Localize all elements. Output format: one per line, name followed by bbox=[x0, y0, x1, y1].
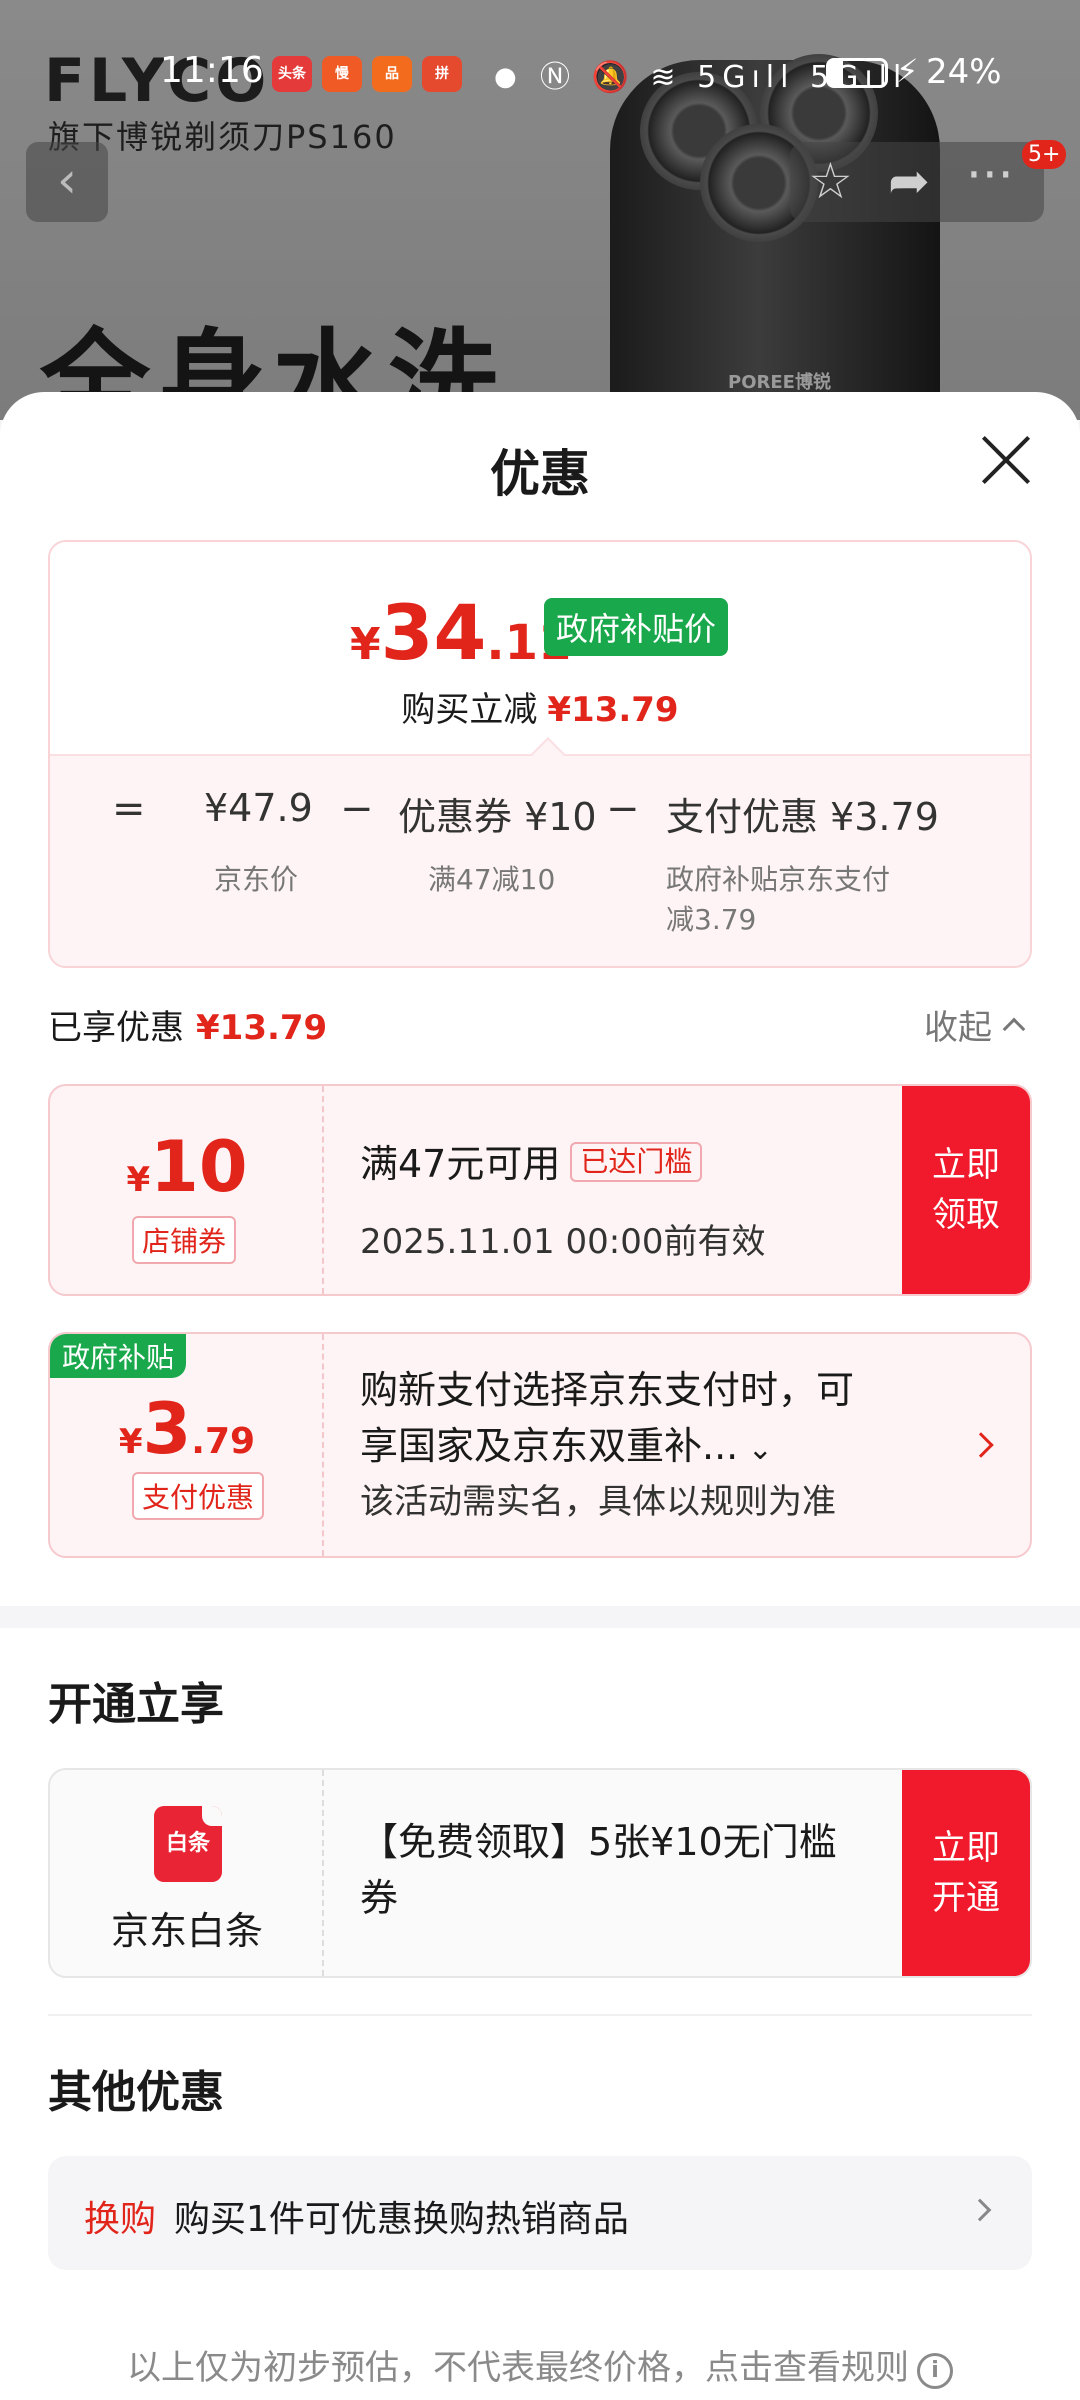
sheet-title: 优惠 bbox=[490, 445, 590, 503]
chevron-right-icon bbox=[968, 2198, 992, 2222]
minus-sign: − bbox=[606, 786, 640, 832]
battery-percent: 24% bbox=[926, 52, 1002, 92]
baitiao-offer-card: 白条 京东白条 【免费领取】5张¥10无门槛券 立即 开通 bbox=[48, 1768, 1032, 1978]
open-section-title: 开通立享 bbox=[48, 1679, 224, 1730]
collapse-button[interactable]: 收起 bbox=[924, 1000, 1026, 1049]
swap-tag: 换购 bbox=[84, 2199, 157, 2240]
coupon-caption: 满47减10 bbox=[428, 863, 556, 896]
coupon-kind-label: 店铺券 bbox=[132, 1216, 237, 1264]
payment-deduction: 支付优惠 ¥3.79 bbox=[666, 795, 939, 839]
toutiao-app-icon: 头条 bbox=[272, 56, 312, 92]
charging-icon: ⚡ bbox=[896, 52, 919, 90]
top-action-bar: ☆ ➦ ··· bbox=[790, 142, 1044, 222]
back-button[interactable]: ‹ bbox=[26, 142, 108, 222]
rules-footnote[interactable]: 以上仅为初步预估，不代表最终价格，点击查看规则 i bbox=[0, 2340, 1080, 2389]
equals-sign: = bbox=[112, 786, 146, 832]
enjoyed-discount: 已享优惠 ¥13.79 bbox=[48, 1008, 328, 1048]
notification-dot-icon: ● bbox=[494, 62, 517, 92]
section-divider bbox=[0, 1606, 1080, 1628]
favorite-star-icon[interactable]: ☆ bbox=[808, 152, 853, 210]
payment-description: 购新支付选择京东支付时，可 享国家及京东双重补... ⌄ bbox=[360, 1368, 855, 1468]
store-coupon-card: ¥10 店铺券 满47元可用 已达门槛 2025.11.01 00:00前有效 立… bbox=[48, 1084, 1032, 1296]
threshold-reached-badge: 已达门槛 bbox=[570, 1142, 703, 1182]
coupon-condition: 满47元可用 已达门槛 bbox=[360, 1136, 703, 1192]
swap-offer-row[interactable]: 换购 购买1件可优惠换购热销商品 bbox=[48, 2156, 1032, 2270]
pin-app-icon: 品 bbox=[372, 56, 412, 92]
price-summary-card: ¥34.11 政府补贴价 购买立减 ¥13.79 = ¥47.9 − 优惠券 ¥1… bbox=[48, 540, 1032, 968]
info-icon[interactable]: i bbox=[917, 2353, 953, 2389]
payment-discount-amount: ¥3.79 bbox=[118, 1388, 256, 1470]
share-icon[interactable]: ➦ bbox=[888, 152, 930, 210]
chevron-down-icon[interactable]: ⌄ bbox=[738, 1432, 773, 1467]
jd-price: ¥47.9 bbox=[204, 786, 313, 830]
final-price: ¥34.11 bbox=[350, 588, 572, 677]
close-icon[interactable] bbox=[978, 432, 1034, 488]
discount-sheet: 优惠 ¥34.11 政府补贴价 购买立减 ¥13.79 = ¥47.9 − 优惠券… bbox=[0, 392, 1080, 2400]
product-mark: POREE博锐 bbox=[728, 372, 831, 393]
pdd-app-icon: 拼 bbox=[422, 56, 462, 92]
status-bar: 11:16 头条 慢 品 拼 ● Ⓝ 🔕 ≋ 5Gıll 5Gıll ⚡ 24% bbox=[0, 42, 1080, 102]
swap-text: 购买1件可优惠换购热销商品 bbox=[174, 2199, 629, 2240]
chevron-up-icon bbox=[1002, 1017, 1026, 1041]
minus-sign: − bbox=[340, 786, 374, 832]
divider-line bbox=[48, 2014, 1032, 2016]
man-app-icon: 慢 bbox=[322, 56, 362, 92]
other-section-title: 其他优惠 bbox=[48, 2067, 224, 2118]
baitiao-name: 京东白条 bbox=[110, 1909, 263, 1953]
gov-subsidy-price-tag: 政府补贴价 bbox=[544, 598, 729, 656]
price-top: ¥34.11 政府补贴价 购买立减 ¥13.79 bbox=[50, 542, 1030, 752]
price-breakdown: = ¥47.9 − 优惠券 ¥10 − 支付优惠 ¥3.79 京东价 满47减1… bbox=[50, 754, 1030, 966]
payment-caption: 政府补贴京东支付 减3.79 bbox=[666, 863, 891, 936]
instant-reduction: 购买立减 ¥13.79 bbox=[401, 690, 679, 730]
payment-discount-card[interactable]: ¥3.79 支付优惠 政府补贴 购新支付选择京东支付时，可 享国家及京东双重补..… bbox=[48, 1332, 1032, 1558]
chevron-left-icon: ‹ bbox=[57, 151, 77, 209]
claim-coupon-button[interactable]: 立即 领取 bbox=[902, 1086, 1030, 1294]
baitiao-brand-area: 白条 京东白条 bbox=[50, 1770, 324, 1976]
chevron-right-icon[interactable] bbox=[968, 1432, 994, 1458]
coupon-amount-area: ¥10 店铺券 bbox=[50, 1086, 324, 1294]
payment-note: 该活动需实名，具体以规则为准 bbox=[360, 1482, 836, 1522]
status-time: 11:16 bbox=[160, 50, 264, 91]
more-icon[interactable]: ··· bbox=[966, 146, 1014, 204]
payment-kind-label: 支付优惠 bbox=[132, 1472, 265, 1520]
jd-price-caption: 京东价 bbox=[214, 863, 299, 896]
gov-subsidy-tag: 政府补贴 bbox=[50, 1334, 187, 1378]
coupon-amount: ¥10 bbox=[126, 1126, 248, 1208]
open-baitiao-button[interactable]: 立即 开通 bbox=[902, 1770, 1030, 1976]
battery-icon bbox=[826, 58, 888, 88]
baitiao-logo-icon: 白条 bbox=[154, 1806, 222, 1882]
message-badge: 5+ bbox=[1022, 140, 1067, 169]
coupon-expiry: 2025.11.01 00:00前有效 bbox=[360, 1222, 766, 1262]
baitiao-offer-text: 【免费领取】5张¥10无门槛券 bbox=[360, 1820, 837, 1920]
coupon-deduction: 优惠券 ¥10 bbox=[398, 795, 597, 839]
